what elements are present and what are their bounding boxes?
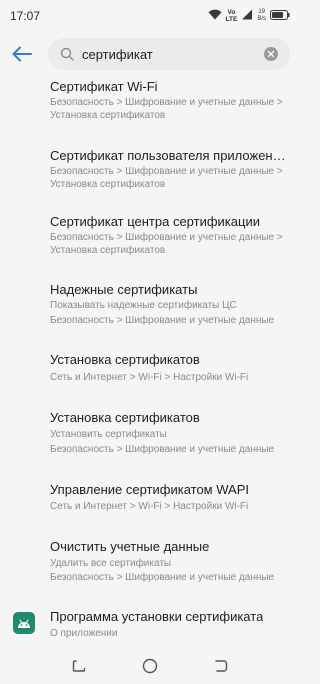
search-icon: [60, 47, 74, 61]
result-path: Сеть и Интернет > Wi-Fi > Настройки Wi-F…: [50, 372, 249, 383]
result-path: Безопасность > Шифрование и учетные данн…: [50, 166, 283, 177]
result-path: Безопасность > Шифрование и учетные данн…: [50, 572, 275, 583]
battery-icon: [270, 7, 290, 25]
result-item-wifi-certificate[interactable]: Сертификат Wi-Fi Безопасность > Шифрован…: [0, 70, 300, 132]
back-button[interactable]: [8, 40, 36, 68]
speed-value: 19: [258, 9, 265, 15]
result-subtitle: Установить сертификаты: [50, 429, 167, 440]
clear-search-button[interactable]: [264, 47, 278, 61]
search-box[interactable]: [48, 38, 290, 70]
recents-button[interactable]: [67, 654, 91, 678]
home-button[interactable]: [138, 654, 162, 678]
lte-label: LTE: [225, 16, 238, 23]
wifi-icon: [208, 7, 222, 25]
result-item-trusted-certificates[interactable]: Надежные сертификаты Показывать надежные…: [0, 275, 300, 337]
result-path: Безопасность > Шифрование и учетные данн…: [50, 315, 275, 326]
result-item-certificate-installer-app[interactable]: Программа установки сертификата О прилож…: [0, 602, 300, 644]
volte-lte-indicator: Vo LTE: [226, 9, 238, 23]
network-speed: 19 B/s: [257, 9, 266, 23]
signal-icon: [241, 7, 253, 25]
result-subtitle: О приложении: [50, 628, 118, 639]
result-item-install-certificates-security[interactable]: Установка сертификатов Установить сертиф…: [0, 404, 300, 466]
result-path: Безопасность > Шифрование и учетные данн…: [50, 232, 283, 243]
result-path: Установка сертификатов: [50, 179, 166, 190]
result-subtitle: Удалить все сертификаты: [50, 558, 172, 569]
result-title: Сертификат пользователя приложени..: [50, 148, 286, 163]
result-title: Сертификат Wi-Fi: [50, 79, 158, 94]
result-path: Безопасность > Шифрование и учетные данн…: [50, 97, 283, 108]
status-icons: Vo LTE 19 B/s: [208, 7, 290, 25]
result-subtitle: Показывать надежные сертификаты ЦС: [50, 300, 237, 311]
result-item-ca-certificate[interactable]: Сертификат центра сертификации Безопасно…: [0, 207, 300, 269]
back-nav-icon: [214, 660, 227, 672]
result-item-wapi-certificate[interactable]: Управление сертификатом WAPI Сеть и Инте…: [0, 475, 300, 525]
result-path: Сеть и Интернет > Wi-Fi > Настройки Wi-F…: [50, 501, 249, 512]
android-app-icon: [13, 612, 35, 634]
result-title: Управление сертификатом WAPI: [50, 482, 249, 497]
volte-label: Vo: [227, 9, 236, 16]
back-arrow-icon: [12, 46, 32, 62]
system-navigation-bar: [0, 648, 300, 684]
result-title: Сертификат центра сертификации: [50, 214, 260, 229]
result-path: Установка сертификатов: [50, 245, 166, 256]
result-item-app-user-certificate[interactable]: Сертификат пользователя приложени.. Безо…: [0, 138, 300, 200]
result-title: Установка сертификатов: [50, 410, 200, 425]
back-nav-button[interactable]: [209, 654, 233, 678]
result-path: Безопасность > Шифрование и учетные данн…: [50, 444, 275, 455]
search-input[interactable]: [82, 46, 252, 62]
status-time: 17:07: [10, 9, 41, 23]
result-title: Установка сертификатов: [50, 352, 200, 367]
result-item-install-certificates-wifi[interactable]: Установка сертификатов Сеть и Интернет >…: [0, 345, 300, 395]
close-icon: [267, 50, 275, 58]
result-title: Очистить учетные данные: [50, 539, 210, 554]
home-icon: [142, 658, 158, 674]
result-title: Программа установки сертификата: [50, 609, 264, 624]
status-bar: 17:07 Vo LTE 19 B/s: [0, 0, 300, 32]
search-header: [0, 36, 300, 70]
result-item-clear-credentials[interactable]: Очистить учетные данные Удалить все серт…: [0, 532, 300, 594]
result-title: Надежные сертификаты: [50, 282, 198, 297]
speed-unit: B/s: [257, 16, 266, 22]
recents-icon: [73, 660, 86, 672]
result-path: Установка сертификатов: [50, 110, 166, 121]
